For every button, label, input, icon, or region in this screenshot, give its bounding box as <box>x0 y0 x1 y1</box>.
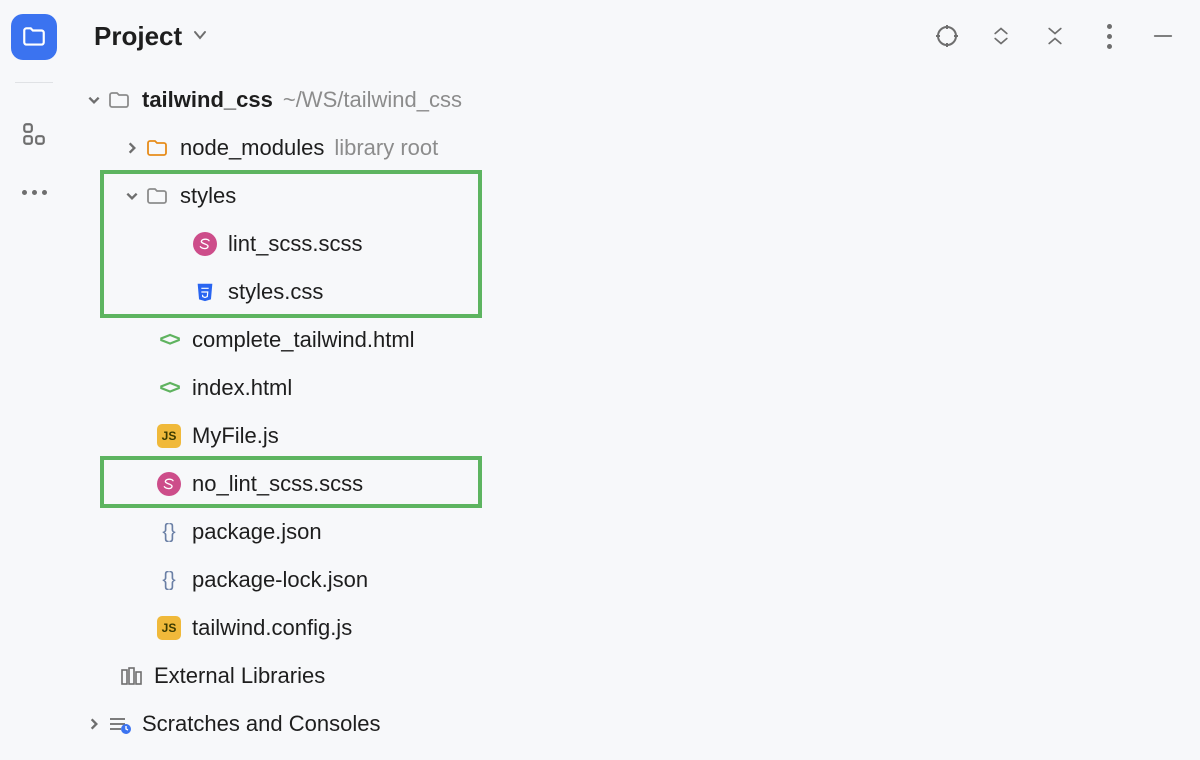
libraries-icon <box>118 663 144 689</box>
scss-file-icon <box>192 231 218 257</box>
tree-node-label: tailwind_css <box>142 87 273 113</box>
structure-tool-button[interactable] <box>11 111 57 157</box>
html-file-icon: <> <box>156 375 182 401</box>
js-file-icon: JS <box>156 615 182 641</box>
json-file-icon: {} <box>156 519 182 545</box>
tool-window-header: Project <box>68 0 1200 72</box>
tree-node-tailwind-config[interactable]: JS tailwind.config.js <box>68 604 1200 652</box>
scss-file-icon <box>156 471 182 497</box>
chevron-down-icon[interactable] <box>82 93 106 107</box>
tree-node-index[interactable]: <> index.html <box>68 364 1200 412</box>
collapse-icon <box>1045 24 1065 48</box>
collapse-all-button[interactable] <box>1042 23 1068 49</box>
json-file-icon: {} <box>156 567 182 593</box>
tree-node-label: index.html <box>192 375 292 401</box>
minimize-icon <box>1152 25 1174 47</box>
css-file-icon <box>192 279 218 305</box>
rail-separator <box>15 82 53 83</box>
library-folder-icon <box>144 135 170 161</box>
tree-node-package-json[interactable]: {} package.json <box>68 508 1200 556</box>
folder-icon <box>21 24 47 50</box>
expand-icon <box>991 24 1011 48</box>
scratches-icon <box>106 711 132 737</box>
tool-window-title[interactable]: Project <box>94 21 182 52</box>
tree-node-no-lint-scss[interactable]: no_lint_scss.scss <box>68 460 1200 508</box>
folder-icon <box>106 87 132 113</box>
tree-node-label: no_lint_scss.scss <box>192 471 363 497</box>
tree-node-scratches[interactable]: Scratches and Consoles <box>68 700 1200 748</box>
tool-window-rail <box>0 0 68 760</box>
chevron-right-icon[interactable] <box>82 717 106 731</box>
chevron-right-icon[interactable] <box>120 141 144 155</box>
header-actions <box>934 23 1176 49</box>
kebab-icon <box>1107 24 1112 49</box>
tree-node-label: node_modules <box>180 135 324 161</box>
tree-node-label: styles <box>180 183 236 209</box>
tree-node-label: External Libraries <box>154 663 325 689</box>
tree-node-root[interactable]: tailwind_css ~/WS/tailwind_css <box>68 76 1200 124</box>
js-file-icon: JS <box>156 423 182 449</box>
chevron-down-icon <box>192 27 208 43</box>
tree-node-label: package.json <box>192 519 322 545</box>
tree-node-tag: library root <box>334 135 438 161</box>
ellipsis-icon <box>22 190 47 195</box>
expand-all-button[interactable] <box>988 23 1014 49</box>
tree-node-label: styles.css <box>228 279 323 305</box>
tree-node-label: lint_scss.scss <box>228 231 362 257</box>
more-tool-button[interactable] <box>11 177 57 207</box>
project-tool-button[interactable] <box>11 14 57 60</box>
options-button[interactable] <box>1096 23 1122 49</box>
tree-node-complete-tailwind[interactable]: <> complete_tailwind.html <box>68 316 1200 364</box>
tree-node-package-lock[interactable]: {} package-lock.json <box>68 556 1200 604</box>
tree-node-myfile[interactable]: JS MyFile.js <box>68 412 1200 460</box>
tree-node-label: MyFile.js <box>192 423 279 449</box>
folder-icon <box>144 183 170 209</box>
tree-node-styles-css[interactable]: styles.css <box>68 268 1200 316</box>
tree-node-path: ~/WS/tailwind_css <box>283 87 462 113</box>
view-mode-dropdown[interactable] <box>192 23 208 49</box>
tree-node-lint-scss[interactable]: lint_scss.scss <box>68 220 1200 268</box>
html-file-icon: <> <box>156 327 182 353</box>
structure-icon <box>21 121 47 147</box>
select-opened-file-button[interactable] <box>934 23 960 49</box>
tree-node-node-modules[interactable]: node_modules library root <box>68 124 1200 172</box>
tree-node-label: package-lock.json <box>192 567 368 593</box>
chevron-down-icon[interactable] <box>120 189 144 203</box>
project-tree[interactable]: tailwind_css ~/WS/tailwind_css node_modu… <box>68 72 1200 748</box>
hide-button[interactable] <box>1150 23 1176 49</box>
tree-node-label: Scratches and Consoles <box>142 711 380 737</box>
tree-node-external-libraries[interactable]: External Libraries <box>68 652 1200 700</box>
tree-node-styles[interactable]: styles <box>68 172 1200 220</box>
tree-node-label: tailwind.config.js <box>192 615 352 641</box>
tree-node-label: complete_tailwind.html <box>192 327 415 353</box>
target-icon <box>935 24 959 48</box>
